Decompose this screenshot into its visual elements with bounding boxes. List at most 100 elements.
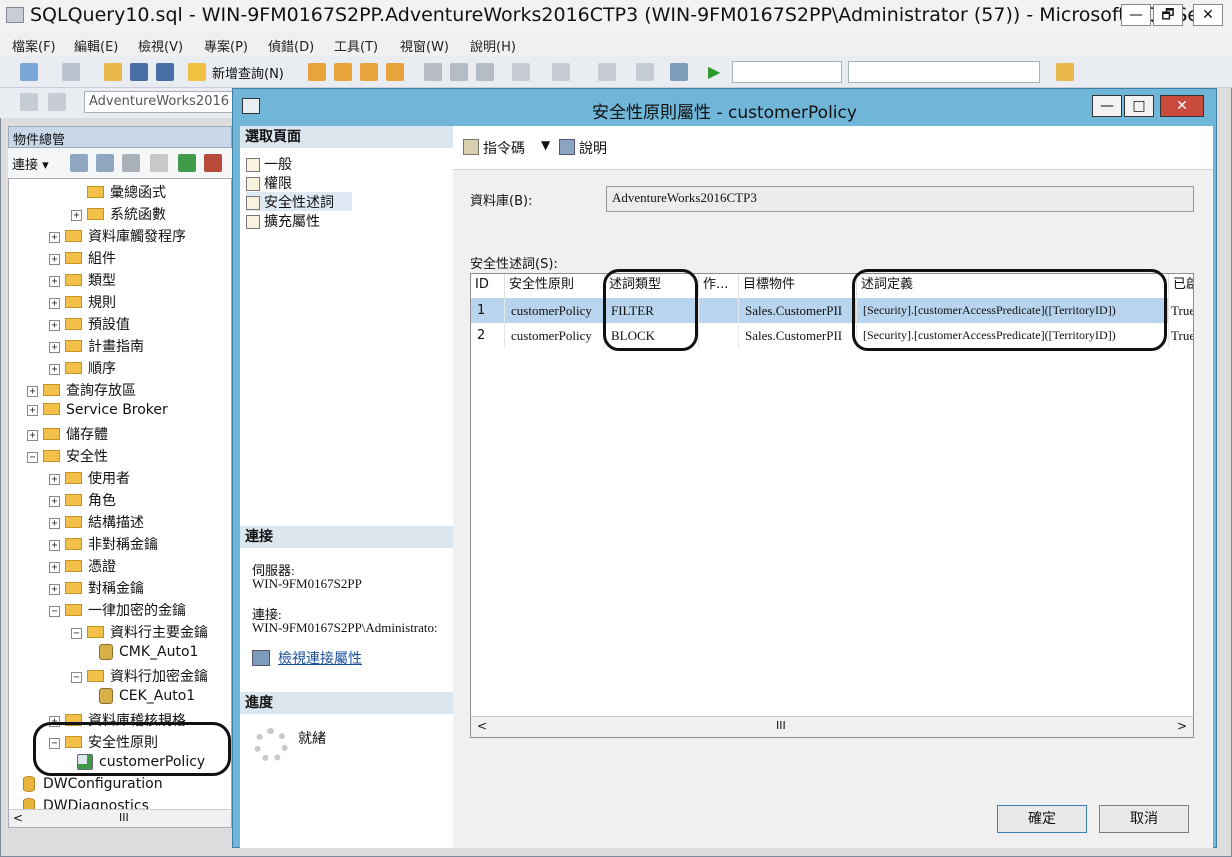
scroll-left-icon[interactable]: < xyxy=(13,811,23,825)
help-button[interactable]: 說明 xyxy=(579,138,607,158)
minimize-button[interactable]: — xyxy=(1121,4,1151,26)
connect-icon[interactable] xyxy=(20,93,38,111)
tree-node[interactable]: + Service Broker xyxy=(9,402,231,424)
stop-icon[interactable] xyxy=(122,154,140,172)
xmla-query-icon[interactable] xyxy=(386,63,404,81)
menu-file[interactable]: 檔案(F) xyxy=(12,36,56,55)
tree-node[interactable]: + 查詢存放區 xyxy=(9,380,231,402)
paste-icon[interactable] xyxy=(476,63,494,81)
expand-icon[interactable]: + xyxy=(49,341,60,353)
view-connection-properties-link[interactable]: 檢視連接屬性 xyxy=(278,648,362,668)
tree-node[interactable]: + 憑證 xyxy=(9,556,231,578)
tree-node[interactable]: + 系統函數 xyxy=(9,204,231,226)
tree-node[interactable]: + 預設值 xyxy=(9,314,231,336)
tree-node[interactable]: CEK_Auto1 xyxy=(9,688,231,710)
tree-node[interactable]: CMK_Auto1 xyxy=(9,644,231,666)
expand-icon[interactable]: + xyxy=(71,209,82,221)
menu-window[interactable]: 視窗(W) xyxy=(400,36,449,55)
menu-help[interactable]: 說明(H) xyxy=(470,36,516,55)
available-databases-combo[interactable]: AdventureWorks2016 xyxy=(84,91,244,113)
col-header-target-object[interactable]: 目標物件 xyxy=(739,274,857,298)
change-connection-icon[interactable] xyxy=(48,93,66,111)
menu-view[interactable]: 檢視(V) xyxy=(138,36,183,55)
menu-project[interactable]: 專案(P) xyxy=(204,36,248,55)
grid-scroll-right-icon[interactable]: > xyxy=(1177,719,1187,733)
collapse-icon[interactable]: − xyxy=(27,451,38,463)
expand-icon[interactable]: + xyxy=(27,404,38,416)
expand-icon[interactable]: + xyxy=(49,319,60,331)
page-permissions[interactable]: 權限 xyxy=(246,173,446,192)
tree-node[interactable]: DWConfiguration xyxy=(9,776,231,798)
dialog-minimize-button[interactable]: — xyxy=(1092,95,1122,117)
activity-monitor-icon[interactable] xyxy=(670,63,688,81)
tree-node[interactable]: + 結構描述 xyxy=(9,512,231,534)
collapse-icon[interactable]: − xyxy=(49,605,60,617)
col-header-policy[interactable]: 安全性原則 xyxy=(505,274,605,298)
grid-hscrollbar[interactable]: < III > xyxy=(471,716,1193,737)
grid-scroll-left-icon[interactable]: < xyxy=(477,719,487,733)
connect-button[interactable]: 連接 ▾ xyxy=(12,154,49,173)
tree-node[interactable]: + 規則 xyxy=(9,292,231,314)
copy-icon[interactable] xyxy=(450,63,468,81)
script-dropdown-icon[interactable]: ▼ xyxy=(541,138,550,152)
tree-node[interactable]: + 順序 xyxy=(9,358,231,380)
navigate-back-icon[interactable] xyxy=(598,63,616,81)
start-icon[interactable]: ▶ xyxy=(708,62,720,81)
new-query-button[interactable]: 新增查詢(N) xyxy=(212,63,284,82)
expand-icon[interactable]: + xyxy=(49,363,60,375)
tree-node[interactable]: + 組件 xyxy=(9,248,231,270)
tree-node[interactable]: − 一律加密的金鑰 xyxy=(9,600,231,622)
redo-icon[interactable] xyxy=(552,63,570,81)
tree-node[interactable]: 彙總函式 xyxy=(9,182,231,204)
open-file-icon[interactable] xyxy=(104,63,122,81)
expand-icon[interactable]: + xyxy=(49,561,60,573)
expand-icon[interactable]: + xyxy=(49,231,60,243)
menu-edit[interactable]: 編輯(E) xyxy=(74,36,118,55)
undo-icon[interactable] xyxy=(512,63,530,81)
connect-object-explorer-icon[interactable] xyxy=(70,154,88,172)
dialog-close-button[interactable]: ✕ xyxy=(1160,95,1204,117)
expand-icon[interactable]: + xyxy=(49,495,60,507)
tree-node[interactable]: + 角色 xyxy=(9,490,231,512)
mdx-query-icon[interactable] xyxy=(334,63,352,81)
grid-scroll-thumb[interactable]: III xyxy=(776,719,786,732)
activity-icon[interactable] xyxy=(204,154,222,172)
solution-config-combo[interactable] xyxy=(732,61,842,83)
col-header-id[interactable]: ID xyxy=(471,274,505,298)
cut-icon[interactable] xyxy=(424,63,442,81)
script-button[interactable]: 指令碼 xyxy=(483,138,525,158)
expand-icon[interactable]: + xyxy=(49,539,60,551)
add-item-icon[interactable] xyxy=(62,63,80,81)
solution-platform-combo[interactable] xyxy=(848,61,1040,83)
page-extended-properties[interactable]: 擴充屬性 xyxy=(246,211,446,230)
col-header-operation[interactable]: 作... xyxy=(699,274,739,298)
properties-icon[interactable] xyxy=(1056,63,1074,81)
menu-debug[interactable]: 偵錯(D) xyxy=(268,36,314,55)
tree-node[interactable]: − 資料行主要金鑰 xyxy=(9,622,231,644)
disconnect-icon[interactable] xyxy=(96,154,114,172)
restore-button[interactable]: 🗗 xyxy=(1153,4,1183,26)
dmx-query-icon[interactable] xyxy=(360,63,378,81)
save-icon[interactable] xyxy=(130,63,148,81)
expand-icon[interactable]: + xyxy=(49,275,60,287)
page-security-predicates[interactable]: 安全性述詞 xyxy=(246,192,352,211)
tree-hscrollbar[interactable]: < III xyxy=(9,809,231,827)
ok-button[interactable]: 確定 xyxy=(997,805,1087,833)
collapse-icon[interactable]: − xyxy=(71,671,82,683)
query-db-icon[interactable] xyxy=(308,63,326,81)
collapse-icon[interactable]: − xyxy=(71,627,82,639)
tree-node[interactable]: + 非對稱金鑰 xyxy=(9,534,231,556)
tree-node[interactable]: + 使用者 xyxy=(9,468,231,490)
expand-icon[interactable]: + xyxy=(27,429,38,441)
cancel-button[interactable]: 取消 xyxy=(1099,805,1189,833)
close-button[interactable]: ✕ xyxy=(1193,4,1223,26)
expand-icon[interactable]: + xyxy=(27,385,38,397)
save-all-icon[interactable] xyxy=(156,63,174,81)
dialog-maximize-button[interactable]: □ xyxy=(1124,95,1154,117)
filter-icon[interactable] xyxy=(150,154,168,172)
tree-node[interactable]: + 儲存體 xyxy=(9,424,231,446)
tree-scroll-thumb[interactable]: III xyxy=(119,811,129,824)
tree-node[interactable]: − 安全性 xyxy=(9,446,231,468)
refresh-icon[interactable] xyxy=(178,154,196,172)
page-general[interactable]: 一般 xyxy=(246,154,446,173)
